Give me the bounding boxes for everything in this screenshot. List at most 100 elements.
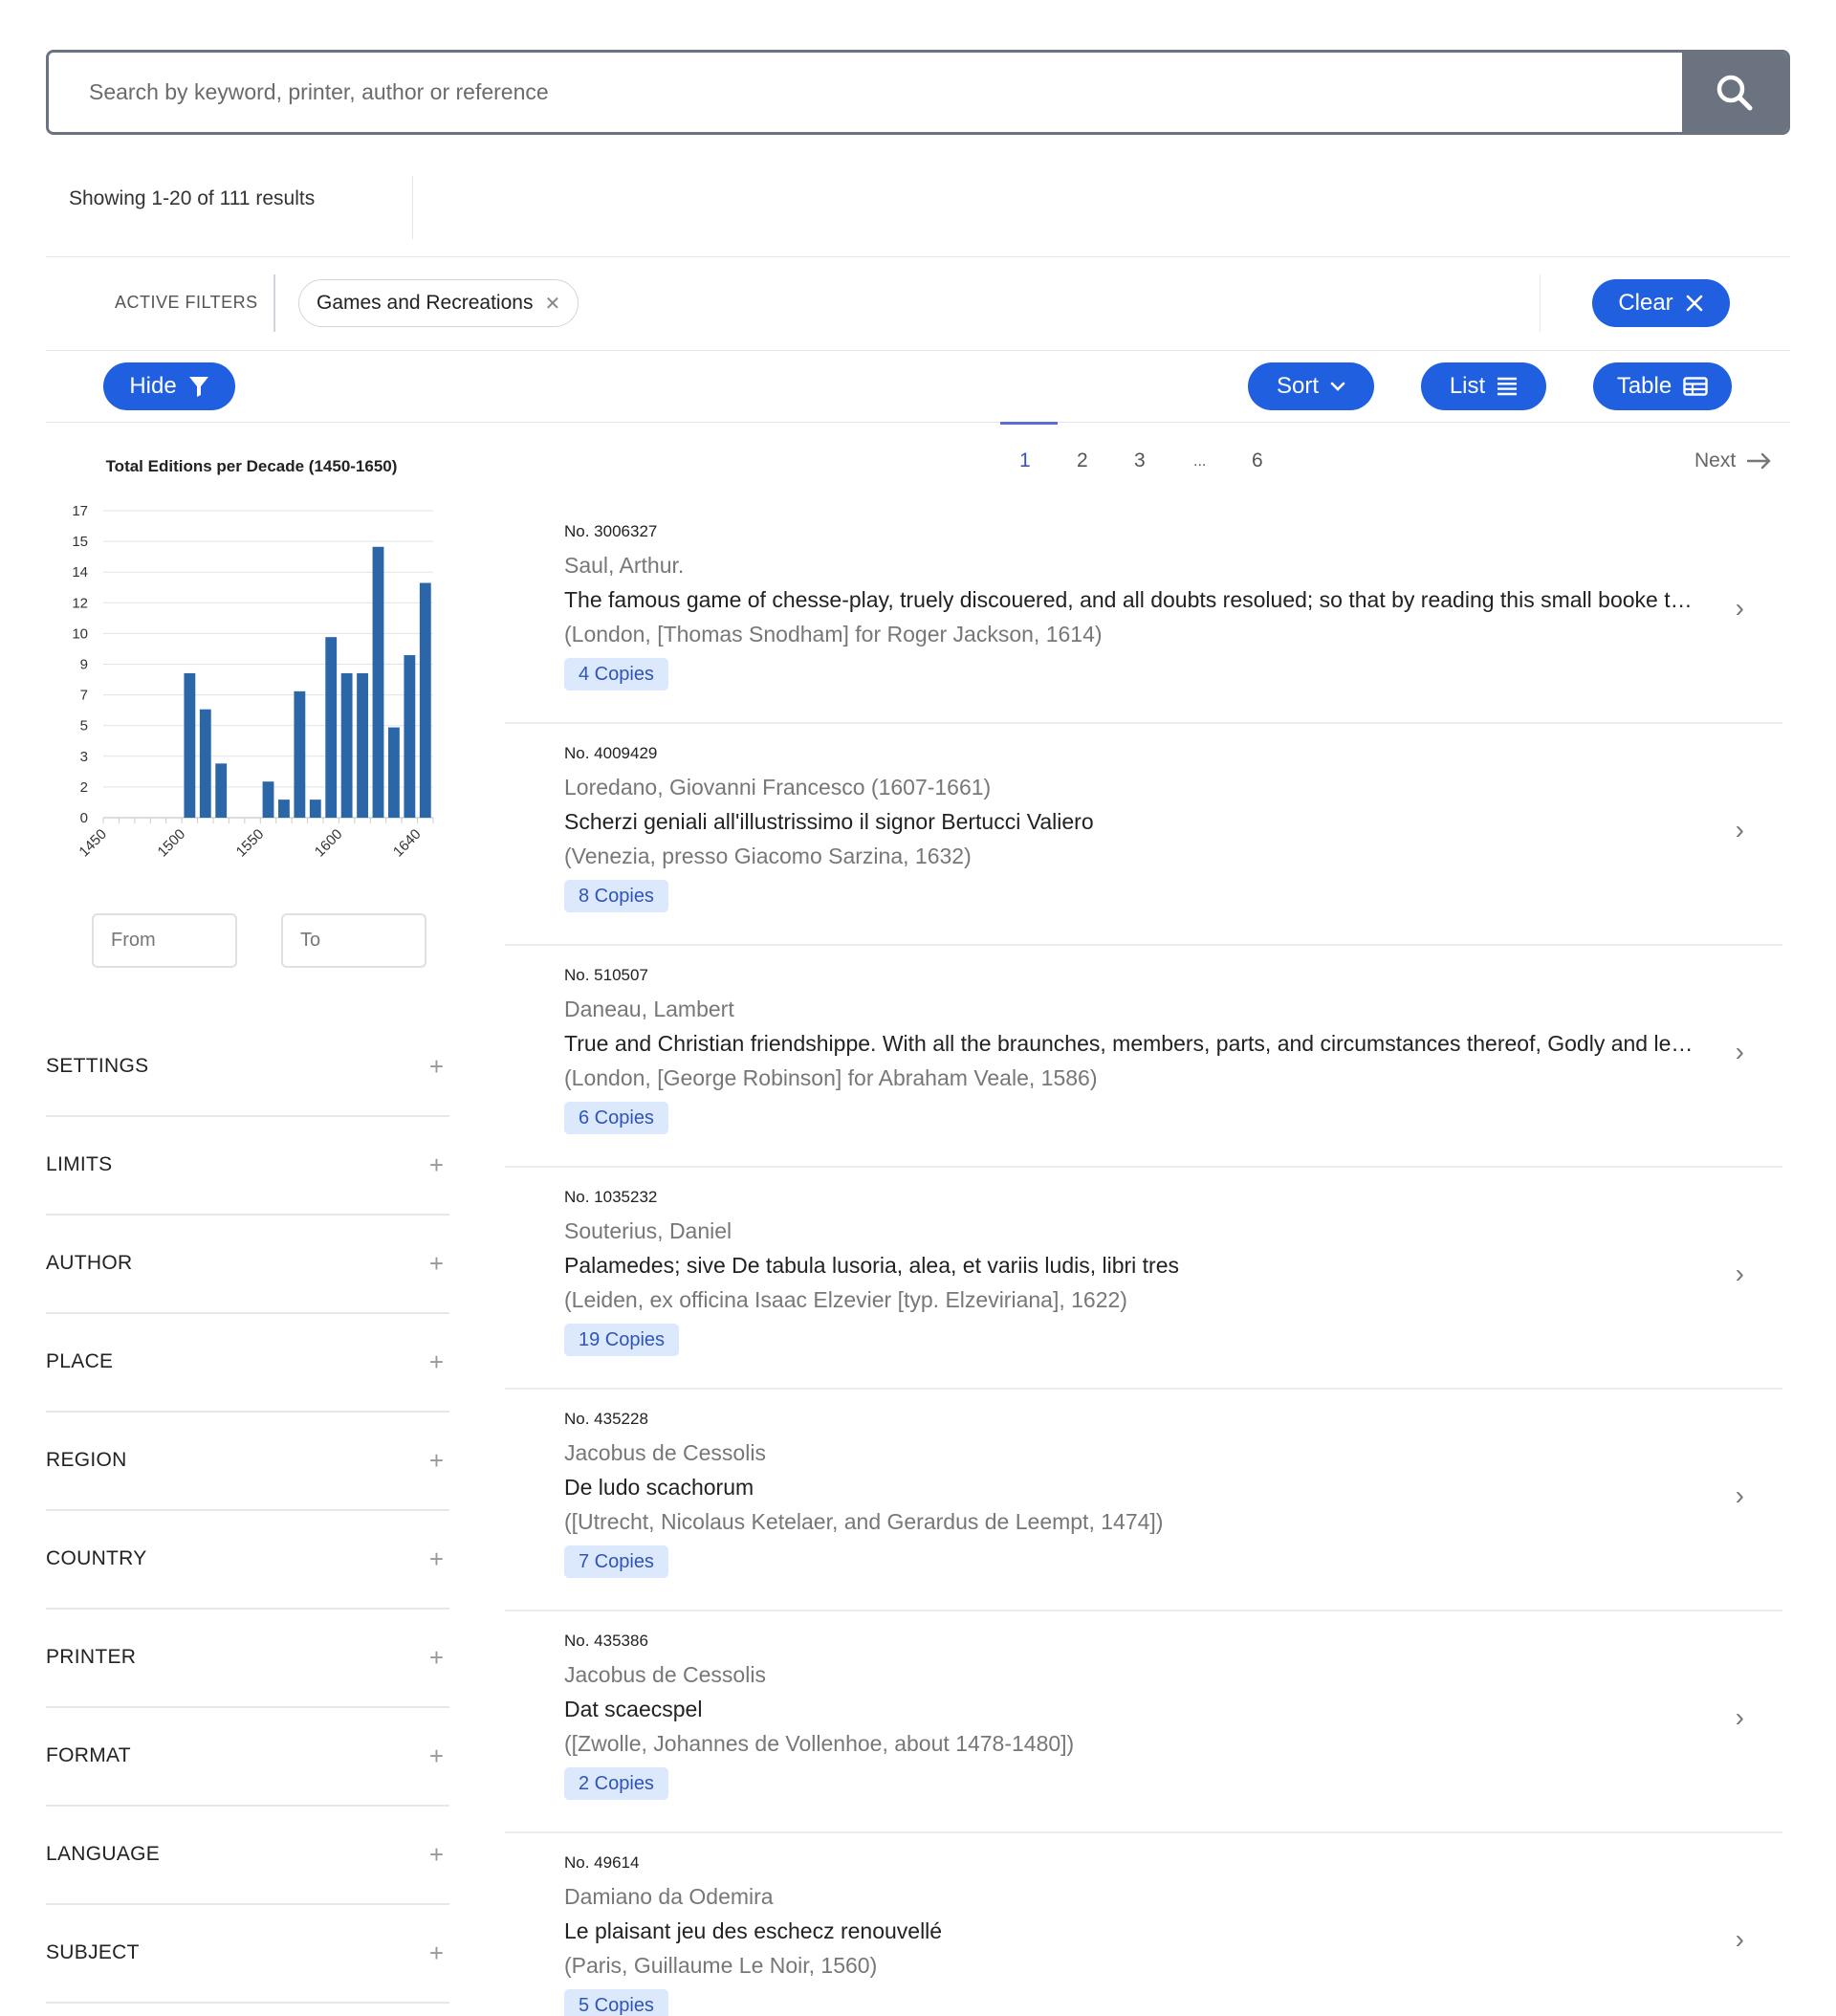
chart-bar bbox=[388, 727, 400, 818]
record-author: Jacobus de Cessolis bbox=[564, 1440, 766, 1465]
sort-label: Sort bbox=[1276, 373, 1319, 399]
year-to-input[interactable] bbox=[281, 913, 426, 968]
list-icon bbox=[1497, 377, 1518, 396]
record-author: Jacobus de Cessolis bbox=[564, 1662, 766, 1687]
chevron-right-icon[interactable]: › bbox=[1736, 1259, 1744, 1289]
facet-region[interactable]: REGION + bbox=[46, 1412, 449, 1511]
search-button[interactable] bbox=[1682, 53, 1787, 132]
result-record[interactable]: No. 435386 Jacobus de Cessolis Dat scaecsp… bbox=[505, 1611, 1782, 1833]
result-record[interactable]: No. 435228 Jacobus de Cessolis De ludo sca… bbox=[505, 1389, 1782, 1611]
expand-plus-icon[interactable]: + bbox=[429, 1840, 444, 1870]
facet-label: FORMAT bbox=[46, 1744, 131, 1766]
results-count: Showing 1-20 of 111 results bbox=[69, 187, 316, 209]
page-link-6[interactable]: 6 bbox=[1252, 449, 1263, 472]
expand-plus-icon[interactable]: + bbox=[429, 1939, 444, 1968]
chart-bar bbox=[340, 672, 353, 818]
result-record[interactable]: No. 4009429 Loredano, Giovanni Francesco … bbox=[505, 723, 1782, 946]
copies-badge[interactable]: 4 Copies bbox=[564, 658, 668, 690]
record-title[interactable]: Palamedes; sive De tabula lusoria, alea,… bbox=[564, 1253, 1702, 1279]
record-title[interactable]: True and Christian friendshippe. With al… bbox=[564, 1031, 1702, 1057]
chevron-right-icon[interactable]: › bbox=[1736, 1037, 1744, 1067]
record-imprint: (Venezia, presso Giacomo Sarzina, 1632) bbox=[564, 844, 972, 868]
next-page-link[interactable]: Next bbox=[1694, 449, 1772, 472]
copies-badge[interactable]: 6 Copies bbox=[564, 1102, 668, 1134]
record-title[interactable]: Dat scaecspel bbox=[564, 1697, 1702, 1722]
chart-bar bbox=[309, 800, 321, 818]
expand-plus-icon[interactable]: + bbox=[429, 1052, 444, 1082]
record-title[interactable]: Scherzi geniali all'illustrissimo il sig… bbox=[564, 809, 1702, 835]
record-author: Loredano, Giovanni Francesco (1607-1661) bbox=[564, 775, 992, 800]
expand-plus-icon[interactable]: + bbox=[429, 1545, 444, 1574]
page-link-2[interactable]: 2 bbox=[1077, 449, 1088, 472]
facet-label: COUNTRY bbox=[46, 1547, 147, 1569]
facet-country[interactable]: COUNTRY + bbox=[46, 1510, 449, 1610]
facet-language[interactable]: LANGUAGE + bbox=[46, 1806, 449, 1905]
copies-badge[interactable]: 19 Copies bbox=[564, 1324, 680, 1356]
filter-chip-label: Games and Recreations bbox=[317, 292, 534, 314]
divider bbox=[273, 274, 275, 332]
record-number: No. 4009429 bbox=[564, 744, 658, 762]
result-record[interactable]: No. 1035232 Souterius, Daniel Palamedes; s… bbox=[505, 1167, 1782, 1390]
list-label: List bbox=[1449, 373, 1486, 399]
chart-bar bbox=[278, 800, 290, 818]
search-bar bbox=[46, 50, 1790, 135]
chevron-right-icon[interactable]: › bbox=[1736, 1480, 1744, 1511]
year-from-input[interactable] bbox=[92, 913, 237, 968]
x-tick-label: 1640 bbox=[390, 826, 425, 861]
page-link-1[interactable]: 1 bbox=[1019, 449, 1031, 472]
result-record[interactable]: No. 510507 Daneau, Lambert True and Christ… bbox=[505, 945, 1782, 1168]
search-input[interactable] bbox=[49, 53, 1682, 132]
hide-filters-button[interactable]: Hide bbox=[103, 362, 235, 410]
record-imprint: ([Zwolle, Johannes de Vollenhoe, about 1… bbox=[564, 1731, 1075, 1756]
chart-bar bbox=[184, 672, 196, 818]
chevron-right-icon[interactable]: › bbox=[1736, 1702, 1744, 1733]
sort-button[interactable]: Sort bbox=[1248, 362, 1374, 410]
page-link-3[interactable]: 3 bbox=[1134, 449, 1146, 472]
facet-settings[interactable]: SETTINGS + bbox=[46, 1018, 449, 1117]
expand-plus-icon[interactable]: + bbox=[429, 1249, 444, 1279]
table-view-button[interactable]: Table bbox=[1593, 362, 1732, 410]
copies-badge[interactable]: 8 Copies bbox=[564, 880, 668, 912]
expand-plus-icon[interactable]: + bbox=[429, 1742, 444, 1771]
divider bbox=[46, 422, 1790, 423]
record-author: Damiano da Odemira bbox=[564, 1884, 774, 1909]
divider bbox=[46, 350, 1790, 351]
facet-format[interactable]: FORMAT + bbox=[46, 1707, 449, 1807]
close-icon bbox=[1686, 295, 1702, 312]
facet-printer[interactable]: PRINTER + bbox=[46, 1609, 449, 1708]
copies-badge[interactable]: 2 Copies bbox=[564, 1767, 668, 1800]
filter-icon bbox=[188, 377, 208, 397]
y-tick-label: 17 bbox=[72, 503, 88, 519]
facet-author[interactable]: AUTHOR + bbox=[46, 1215, 449, 1314]
divider bbox=[1540, 274, 1541, 332]
expand-plus-icon[interactable]: + bbox=[429, 1643, 444, 1673]
record-imprint: (London, [Thomas Snodham] for Roger Jack… bbox=[564, 622, 1103, 646]
expand-plus-icon[interactable]: + bbox=[429, 1446, 444, 1476]
y-tick-label: 3 bbox=[80, 749, 88, 765]
record-title[interactable]: De ludo scachorum bbox=[564, 1475, 1702, 1501]
y-tick-label: 12 bbox=[72, 595, 88, 611]
list-view-button[interactable]: List bbox=[1421, 362, 1546, 410]
chevron-right-icon[interactable]: › bbox=[1736, 815, 1744, 845]
facet-limits[interactable]: LIMITS + bbox=[46, 1116, 449, 1216]
facet-label: AUTHOR bbox=[46, 1252, 133, 1274]
chevron-right-icon[interactable]: › bbox=[1736, 593, 1744, 624]
clear-button[interactable]: Clear bbox=[1592, 279, 1730, 327]
remove-filter-icon[interactable]: ✕ bbox=[544, 292, 560, 316]
facet-label: SUBJECT bbox=[46, 1941, 140, 1963]
record-title[interactable]: Le plaisant jeu des eschecz renouvellé bbox=[564, 1918, 1702, 1944]
expand-plus-icon[interactable]: + bbox=[429, 1348, 444, 1377]
divider bbox=[412, 176, 413, 239]
facet-place[interactable]: PLACE + bbox=[46, 1313, 449, 1413]
filter-chip[interactable]: Games and Recreations ✕ bbox=[298, 279, 579, 327]
copies-badge[interactable]: 5 Copies bbox=[564, 1989, 668, 2016]
x-tick-label: 1550 bbox=[233, 826, 268, 861]
chevron-right-icon[interactable]: › bbox=[1736, 1924, 1744, 1955]
result-record[interactable]: No. 3006327 Saul, Arthur. The famous game … bbox=[505, 501, 1782, 724]
result-record[interactable]: No. 49614 Damiano da Odemira Le plaisant j… bbox=[505, 1832, 1782, 2016]
facet-label: LIMITS bbox=[46, 1153, 113, 1175]
facet-subject[interactable]: SUBJECT + bbox=[46, 1904, 449, 2004]
copies-badge[interactable]: 7 Copies bbox=[564, 1545, 668, 1578]
record-title[interactable]: The famous game of chesse-play, truely d… bbox=[564, 587, 1702, 613]
expand-plus-icon[interactable]: + bbox=[429, 1150, 444, 1180]
